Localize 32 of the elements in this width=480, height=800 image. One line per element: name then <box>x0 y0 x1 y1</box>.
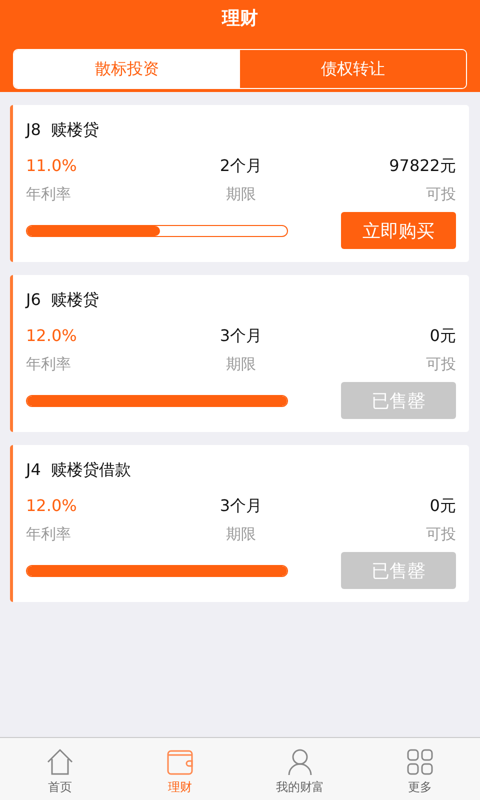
rate-value: 12.0% <box>26 326 77 346</box>
rate-label: 年利率 <box>26 524 71 544</box>
available-label: 可投 <box>426 524 456 544</box>
loan-name: J8 赎楼贷 <box>26 119 100 141</box>
rate-label: 年利率 <box>26 354 71 374</box>
person-icon <box>286 748 314 776</box>
rate-value: 11.0% <box>26 156 77 176</box>
rate-value: 12.0% <box>26 496 77 516</box>
available-amount: 97822元 <box>389 156 456 176</box>
rate-label: 年利率 <box>26 184 71 204</box>
term-value: 3个月 <box>220 496 262 516</box>
home-icon <box>46 748 74 776</box>
buy-button[interactable]: 立即购买 <box>341 212 456 249</box>
available-amount: 0元 <box>430 496 456 516</box>
term-label: 期限 <box>226 354 256 374</box>
term-value: 2个月 <box>220 156 262 176</box>
page-title: 理财 <box>222 7 258 31</box>
nav-item[interactable]: 首页 <box>0 738 120 800</box>
loan-name: J4 赎楼贷借款 <box>26 459 132 481</box>
term-value: 3个月 <box>220 326 262 346</box>
term-label: 期限 <box>226 184 256 204</box>
nav-item[interactable]: 理财 <box>120 738 240 800</box>
nav-item[interactable]: 更多 <box>360 738 480 800</box>
term-label: 期限 <box>226 524 256 544</box>
nav-item[interactable]: 我的财富 <box>240 738 360 800</box>
loan-name: J6 赎楼贷 <box>26 289 100 311</box>
wallet-icon <box>166 748 194 776</box>
grid-icon <box>406 748 434 776</box>
available-label: 可投 <box>426 184 456 204</box>
available-label: 可投 <box>426 354 456 374</box>
available-amount: 0元 <box>430 326 456 346</box>
tab[interactable]: 散标投资 <box>14 50 240 88</box>
